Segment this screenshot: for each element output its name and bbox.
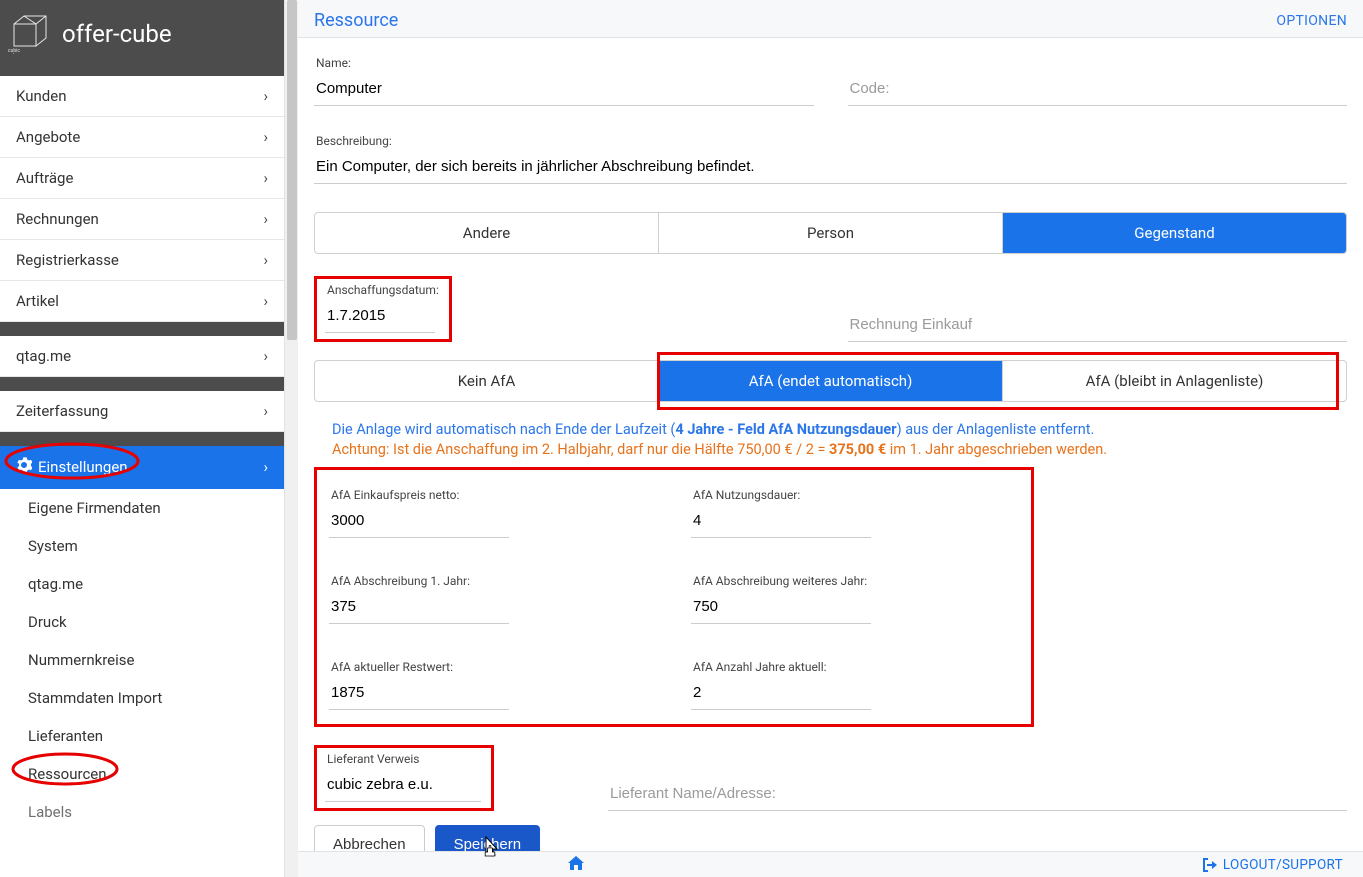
logout-icon [1203, 858, 1217, 872]
nav-label: Kunden [16, 87, 67, 105]
name-label: Name: [316, 56, 814, 70]
sub-item-system[interactable]: System [0, 527, 284, 565]
code-input[interactable] [848, 74, 1348, 106]
nav-item-rechnungen[interactable]: Rechnungen › [0, 199, 284, 240]
afa-abschrw-input[interactable] [691, 592, 871, 624]
nav-separator [0, 432, 284, 446]
logout-link[interactable]: LOGOUT/SUPPORT [1203, 857, 1343, 873]
beschreibung-input[interactable] [314, 152, 1347, 184]
sub-item-lieferanten[interactable]: Lieferanten [0, 717, 284, 755]
anschaffung-input[interactable] [325, 301, 435, 333]
sidebar: cubic zebra offer-cube Kunden › Angebote ›… [0, 0, 298, 877]
sub-item-qtagme[interactable]: qtag.me [0, 565, 284, 603]
afa-einkauf-input[interactable] [329, 506, 509, 538]
chevron-right-icon: › [263, 458, 268, 476]
nav-label: Aufträge [16, 169, 73, 187]
nav-label: Rechnungen [16, 210, 99, 228]
main-header: Ressource OPTIONEN [298, 0, 1363, 38]
scrollbar-thumb[interactable] [287, 0, 297, 340]
afa-nutzung-label: AfA Nutzungsdauer: [693, 488, 1019, 502]
lieferant-input[interactable] [325, 770, 481, 802]
tab-kein-afa[interactable]: Kein AfA [315, 361, 659, 401]
tab-gegenstand[interactable]: Gegenstand [1003, 213, 1346, 253]
nav-item-qtagme[interactable]: qtag.me › [0, 336, 284, 377]
sub-item-druck[interactable]: Druck [0, 603, 284, 641]
tab-person[interactable]: Person [659, 213, 1003, 253]
nav-label: qtag.me [16, 347, 71, 365]
chevron-right-icon: › [263, 169, 268, 187]
code-label-spacer [850, 56, 1348, 70]
sub-item-ressourcen[interactable]: Ressourcen [0, 755, 284, 793]
nav-label: Artikel [16, 292, 59, 310]
afa-abschr1-input[interactable] [329, 592, 509, 624]
logout-label: LOGOUT/SUPPORT [1223, 857, 1343, 873]
nav-item-artikel[interactable]: Artikel › [0, 281, 284, 322]
nav-separator [0, 322, 284, 336]
svg-text:zebra: zebra [8, 53, 20, 54]
brand-title: offer-cube [62, 20, 172, 48]
nav-item-auftraege[interactable]: Aufträge › [0, 158, 284, 199]
sub-item-stammdaten[interactable]: Stammdaten Import [0, 679, 284, 717]
main-panel: Ressource OPTIONEN Name: Beschreibung: [298, 0, 1363, 877]
sub-item-nummernkreise[interactable]: Nummernkreise [0, 641, 284, 679]
chevron-right-icon: › [263, 210, 268, 228]
nav-item-kunden[interactable]: Kunden › [0, 76, 284, 117]
nav-label: Zeiterfassung [16, 402, 108, 420]
chevron-right-icon: › [263, 87, 268, 105]
sub-item-firmendaten[interactable]: Eigene Firmendaten [0, 489, 284, 527]
sidebar-scrollbar[interactable] [284, 0, 298, 877]
afa-abschrw-label: AfA Abschreibung weiteres Jahr: [693, 574, 1019, 588]
nav-label: Angebote [16, 128, 80, 146]
afa-fields-box: AfA Einkaufspreis netto: AfA Nutzungsdau… [314, 467, 1034, 727]
optionen-link[interactable]: OPTIONEN [1276, 13, 1347, 29]
brand-logo: cubic zebra [8, 14, 54, 54]
name-input[interactable] [314, 74, 814, 106]
nav-label: Ressourcen [28, 765, 107, 783]
chevron-right-icon: › [263, 292, 268, 310]
nav-label: Einstellungen [38, 458, 128, 476]
beschreibung-label: Beschreibung: [316, 134, 1347, 148]
afa-segment-group: Kein AfA AfA (endet automatisch) AfA (bl… [314, 360, 1347, 402]
chevron-right-icon: › [263, 128, 268, 146]
nav-item-registrierkasse[interactable]: Registrierkasse › [0, 240, 284, 281]
chevron-right-icon: › [263, 402, 268, 420]
nav-item-angebote[interactable]: Angebote › [0, 117, 284, 158]
page-title: Ressource [314, 10, 398, 31]
lieferant-label: Lieferant Verweis [327, 752, 481, 766]
afa-rest-input[interactable] [329, 678, 509, 710]
sub-item-labels[interactable]: Labels [0, 793, 284, 831]
info-text: Die Anlage wird automatisch nach Ende de… [332, 420, 1347, 461]
tab-andere[interactable]: Andere [315, 213, 659, 253]
afa-jahre-label: AfA Anzahl Jahre aktuell: [693, 660, 1019, 674]
brand-header: cubic zebra offer-cube [0, 0, 284, 76]
rechnung-einkauf-input[interactable] [848, 310, 1348, 342]
afa-rest-label: AfA aktueller Restwert: [331, 660, 657, 674]
afa-abschr1-label: AfA Abschreibung 1. Jahr: [331, 574, 657, 588]
lieferant-name-input[interactable] [608, 779, 1347, 811]
footer-bar: LOGOUT/SUPPORT [298, 851, 1363, 877]
anschaffung-label: Anschaffungsdatum: [327, 283, 439, 297]
afa-einkauf-label: AfA Einkaufspreis netto: [331, 488, 657, 502]
nav-item-zeiterfassung[interactable]: Zeiterfassung › [0, 391, 284, 432]
home-icon[interactable] [568, 856, 584, 874]
chevron-right-icon: › [263, 347, 268, 365]
tab-afa-bleibt[interactable]: AfA (bleibt in Anlagenliste) [1003, 361, 1346, 401]
afa-nutzung-input[interactable] [691, 506, 871, 538]
nav-item-einstellungen[interactable]: Einstellungen › [0, 446, 284, 489]
gear-icon [16, 457, 32, 477]
nav-label: Registrierkasse [16, 251, 119, 269]
tab-afa-auto[interactable]: AfA (endet automatisch) [659, 361, 1003, 401]
nav-separator [0, 377, 284, 391]
afa-jahre-input[interactable] [691, 678, 871, 710]
type-segment-group: Andere Person Gegenstand [314, 212, 1347, 254]
chevron-right-icon: › [263, 251, 268, 269]
